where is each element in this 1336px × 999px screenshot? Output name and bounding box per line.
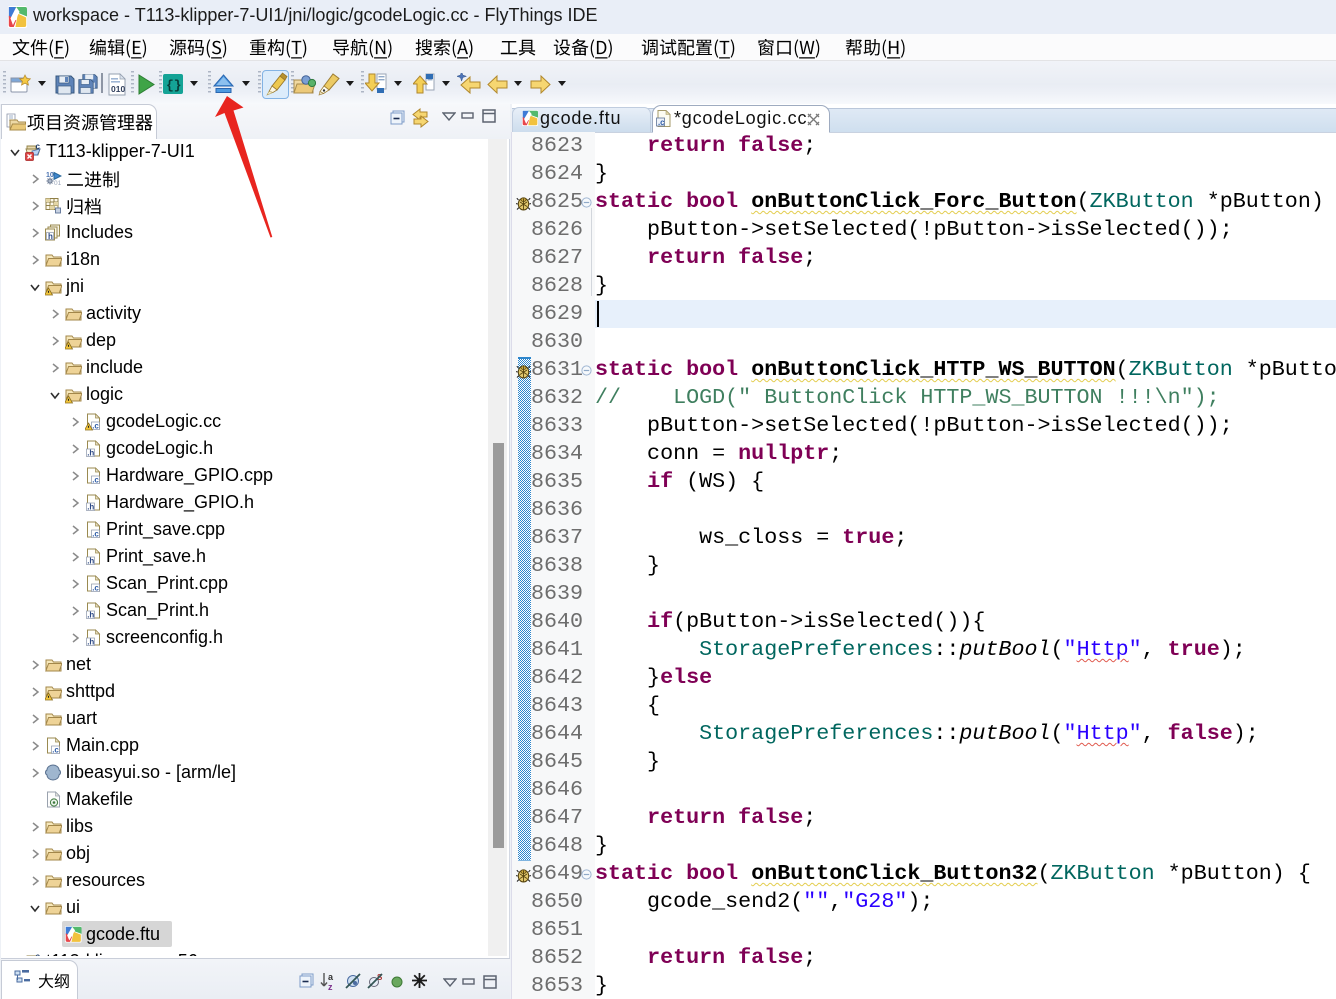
svg-text:01: 01: [54, 180, 62, 187]
svg-text:.h: .h: [87, 503, 94, 512]
svg-text:z: z: [328, 982, 333, 991]
svg-text:.c: .c: [658, 118, 665, 127]
svg-text:.h: .h: [87, 638, 94, 647]
svg-text:.c: .c: [92, 422, 99, 431]
svg-text:.c: .c: [92, 476, 99, 485]
svg-text:c: c: [36, 953, 41, 956]
svg-text:.c: .c: [92, 584, 99, 593]
svg-text:.h: .h: [87, 557, 94, 566]
svg-text:.h: .h: [87, 449, 94, 458]
svg-text:.c: .c: [52, 746, 59, 755]
svg-text:h: h: [48, 232, 53, 241]
svg-text:{}: {}: [166, 78, 182, 93]
svg-text:.h: .h: [87, 611, 94, 620]
svg-text:a: a: [328, 972, 334, 982]
svg-text:010: 010: [111, 84, 125, 94]
svg-text:.c: .c: [92, 530, 99, 539]
svg-text:c: c: [36, 143, 41, 151]
